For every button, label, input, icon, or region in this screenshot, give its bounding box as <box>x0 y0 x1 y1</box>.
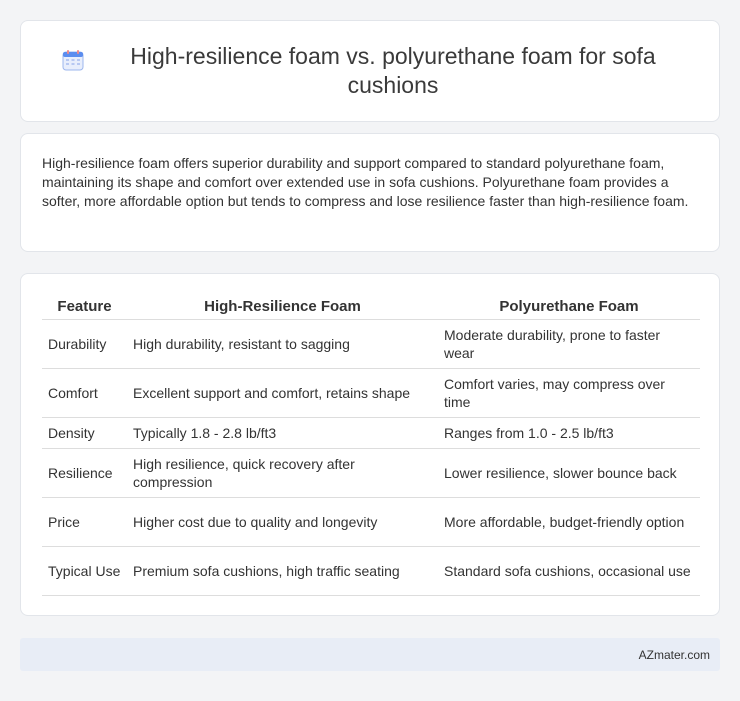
row-high-resilience-value: High durability, resistant to sagging <box>127 320 438 369</box>
row-polyurethane-value: Ranges from 1.0 - 2.5 lb/ft3 <box>438 418 700 449</box>
row-high-resilience-value: Typically 1.8 - 2.8 lb/ft3 <box>127 418 438 449</box>
header-polyurethane-foam: Polyurethane Foam <box>438 294 700 320</box>
page-title: High-resilience foam vs. polyurethane fo… <box>130 43 656 98</box>
row-polyurethane-value: More affordable, budget-friendly option <box>438 498 700 547</box>
table-row: Resilience High resilience, quick recove… <box>42 449 700 498</box>
calendar-icon <box>61 48 85 72</box>
row-polyurethane-value: Comfort varies, may compress over time <box>438 369 700 418</box>
summary-text: High-resilience foam offers superior dur… <box>42 155 689 209</box>
table-row: Price Higher cost due to quality and lon… <box>42 498 700 547</box>
row-high-resilience-value: Excellent support and comfort, retains s… <box>127 369 438 418</box>
header-high-resilience-foam: High-Resilience Foam <box>127 294 438 320</box>
row-high-resilience-value: Premium sofa cushions, high traffic seat… <box>127 547 438 596</box>
row-feature: Typical Use <box>42 547 127 596</box>
row-feature: Comfort <box>42 369 127 418</box>
row-polyurethane-value: Standard sofa cushions, occasional use <box>438 547 700 596</box>
row-feature: Density <box>42 418 127 449</box>
table-row: Comfort Excellent support and comfort, r… <box>42 369 700 418</box>
table-row: Density Typically 1.8 - 2.8 lb/ft3 Range… <box>42 418 700 449</box>
row-feature: Resilience <box>42 449 127 498</box>
summary-card: High-resilience foam offers superior dur… <box>20 133 720 252</box>
footer-site-name: AZmater.com <box>638 647 710 662</box>
header-feature: Feature <box>42 294 127 320</box>
row-polyurethane-value: Lower resilience, slower bounce back <box>438 449 700 498</box>
row-high-resilience-value: High resilience, quick recovery after co… <box>127 449 438 498</box>
comparison-table-card: Feature High-Resilience Foam Polyurethan… <box>20 273 720 616</box>
row-feature: Durability <box>42 320 127 369</box>
table-row: Durability High durability, resistant to… <box>42 320 700 369</box>
row-polyurethane-value: Moderate durability, prone to faster wea… <box>438 320 700 369</box>
table-row: Typical Use Premium sofa cushions, high … <box>42 547 700 596</box>
title-card: High-resilience foam vs. polyurethane fo… <box>20 20 720 122</box>
row-high-resilience-value: Higher cost due to quality and longevity <box>127 498 438 547</box>
table-header-row: Feature High-Resilience Foam Polyurethan… <box>42 294 700 320</box>
comparison-table: Feature High-Resilience Foam Polyurethan… <box>42 294 700 596</box>
row-feature: Price <box>42 498 127 547</box>
footer: AZmater.com <box>20 638 720 671</box>
